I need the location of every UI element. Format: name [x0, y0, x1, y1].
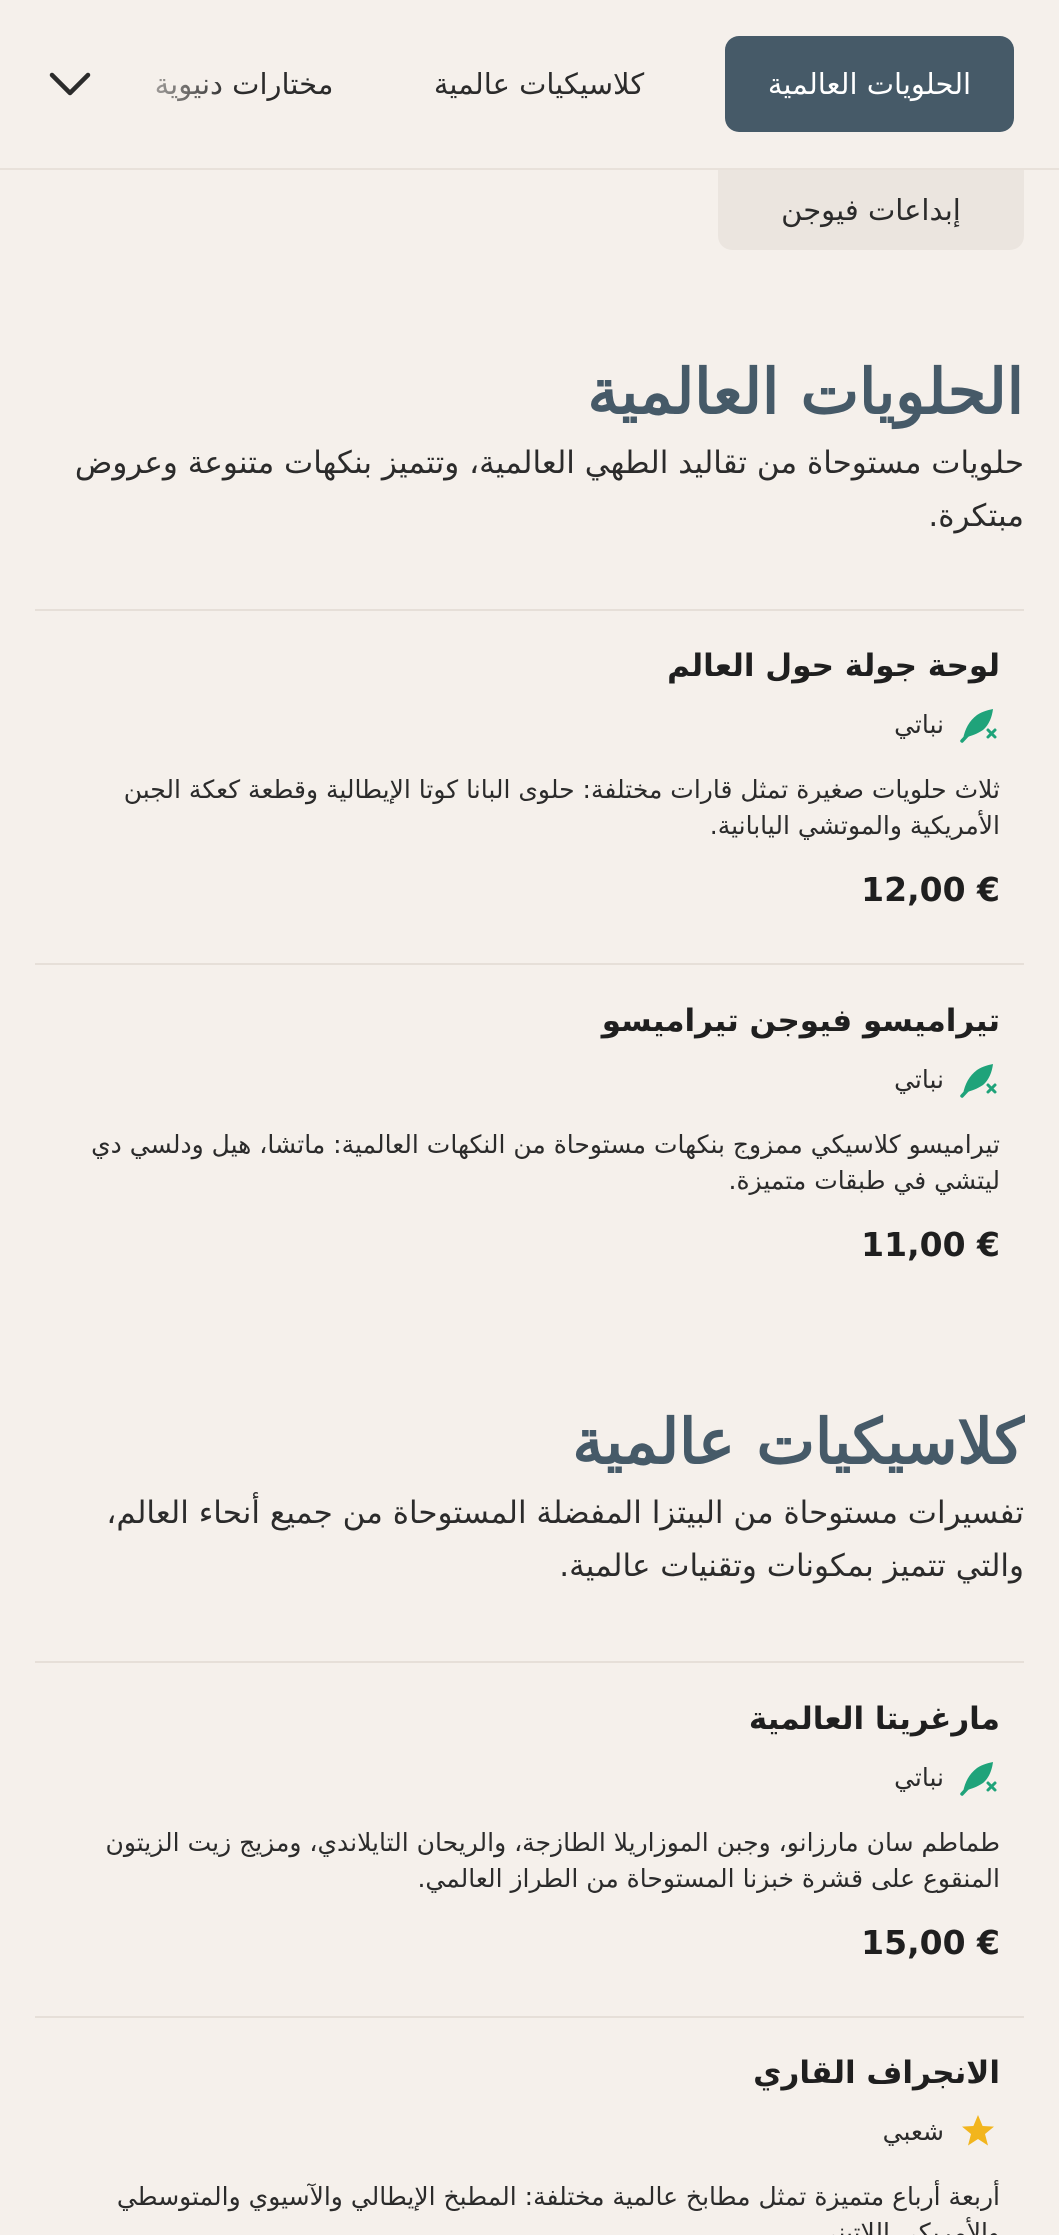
item-description: طماطم سان مارزانو، وجبن الموزاريلا الطاز… — [105, 1828, 1000, 1893]
item-name: لوحة جولة حول العالم — [667, 648, 1000, 684]
chevron-down-icon[interactable] — [40, 56, 100, 112]
menu-item[interactable]: الانجراف القاري شعبي أربعة أرباع متميزة … — [35, 2055, 1024, 2235]
dietary-badge: نباتي — [59, 1755, 1000, 1799]
item-description: أربعة أرباع متميزة تمثل مطابخ عالمية مخت… — [116, 2182, 1000, 2235]
tab-global-classics[interactable]: كلاسيكيات عالمية — [404, 36, 674, 132]
item-name: الانجراف القاري — [753, 2055, 1000, 2091]
divider — [35, 2016, 1024, 2018]
badge-label: نباتي — [894, 1064, 944, 1094]
item-description: تيراميسو كلاسيكي ممزوج بنكهات مستوحاة من… — [91, 1130, 1000, 1195]
item-price: 12,00 € — [861, 870, 1000, 909]
section-description: حلويات مستوحاة من تقاليد الطهي العالمية،… — [74, 445, 1024, 535]
divider — [35, 963, 1024, 965]
menu-item[interactable]: مارغريتا العالمية نباتي طماطم سان مارزان… — [35, 1701, 1024, 1962]
badge-label: نباتي — [894, 709, 944, 739]
item-price: 15,00 € — [861, 1923, 1000, 1962]
menu-item[interactable]: تيراميسو فيوجن تيراميسو نباتي تيراميسو ك… — [35, 1003, 1024, 1264]
vegetarian-leaf-icon — [956, 702, 1000, 746]
section-title: كلاسيكيات عالمية — [572, 1405, 1024, 1478]
star-icon — [956, 2109, 1000, 2153]
vegetarian-leaf-icon — [956, 1755, 1000, 1799]
item-price: 11,00 € — [861, 1225, 1000, 1264]
badge-label: شعبي — [882, 2116, 944, 2146]
tab-global-desserts[interactable]: الحلويات العالمية — [725, 36, 1014, 132]
divider — [35, 1661, 1024, 1663]
item-name: مارغريتا العالمية — [748, 1701, 1000, 1737]
dietary-badge: نباتي — [59, 1057, 1000, 1101]
popular-badge: شعبي — [59, 2109, 1000, 2153]
tab-worldly-picks[interactable]: مختارات دنيوية — [129, 36, 359, 132]
section-global-classics: كلاسيكيات عالمية تفسيرات مستوحاة من البي… — [35, 1405, 1024, 1593]
menu-item[interactable]: لوحة جولة حول العالم نباتي ثلاث حلويات ص… — [35, 648, 1024, 909]
dietary-badge: نباتي — [59, 702, 1000, 746]
divider — [35, 609, 1024, 611]
item-name: تيراميسو فيوجن تيراميسو — [601, 1003, 1000, 1039]
section-description: تفسيرات مستوحاة من البيتزا المفضلة المست… — [106, 1495, 1024, 1585]
vegetarian-leaf-icon — [956, 1057, 1000, 1101]
section-global-desserts: الحلويات العالمية حلويات مستوحاة من تقال… — [35, 355, 1024, 543]
section-title: الحلويات العالمية — [587, 355, 1024, 428]
category-nav: الحلويات العالمية كلاسيكيات عالمية مختار… — [0, 0, 1059, 170]
menu-page: الحلويات العالمية كلاسيكيات عالمية مختار… — [0, 0, 1059, 2235]
item-description: ثلاث حلويات صغيرة تمثل قارات مختلفة: حلو… — [123, 775, 1000, 840]
badge-label: نباتي — [894, 1762, 944, 1792]
